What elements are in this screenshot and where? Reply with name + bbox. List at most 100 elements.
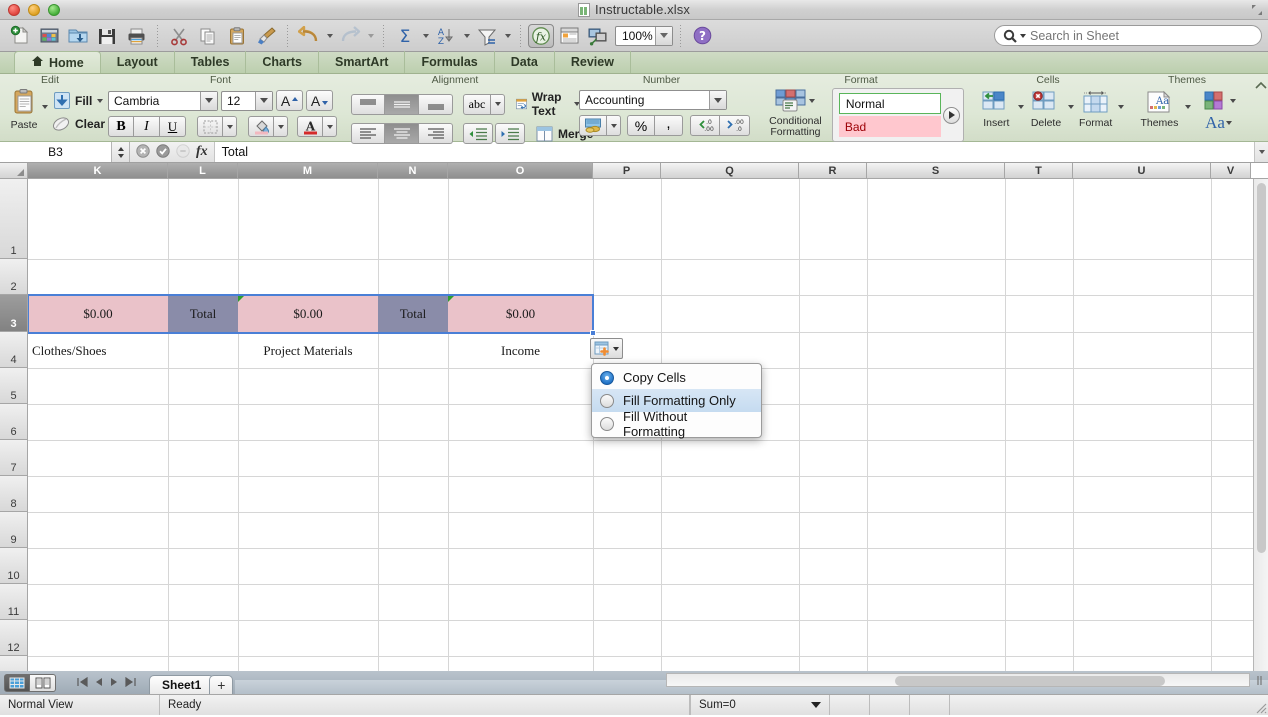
radio-unselected-icon[interactable] xyxy=(600,416,614,431)
sum-dropdown-caret[interactable] xyxy=(811,702,821,708)
sort-dropdown-caret[interactable] xyxy=(461,23,472,49)
align-bottom-button[interactable] xyxy=(419,93,453,115)
tab-data[interactable]: Data xyxy=(495,51,555,73)
name-box[interactable]: B3 xyxy=(0,142,112,162)
column-header-U[interactable]: U xyxy=(1073,163,1211,178)
comma-style-button[interactable]: , xyxy=(655,115,683,136)
print-icon[interactable] xyxy=(122,23,150,49)
zoom-dropdown-arrow[interactable] xyxy=(655,26,672,45)
collapse-ribbon-chevron[interactable] xyxy=(1254,80,1268,95)
decrease-indent-button[interactable] xyxy=(463,123,493,144)
sort-az-icon[interactable]: A Z xyxy=(432,23,460,49)
column-header-K[interactable]: K xyxy=(28,163,168,178)
status-sum[interactable]: Sum=0 xyxy=(690,695,830,715)
font-name-field[interactable]: Cambria xyxy=(108,90,218,111)
format-cells-button[interactable]: Format xyxy=(1075,90,1116,129)
italic-button[interactable]: I xyxy=(134,116,160,137)
bold-button[interactable]: B xyxy=(108,116,134,137)
row-header-2[interactable]: 2 xyxy=(0,259,27,295)
vertical-scrollbar-thumb[interactable] xyxy=(1257,183,1266,553)
zoom-control[interactable]: 100% xyxy=(615,25,673,46)
paintbrush-icon[interactable] xyxy=(252,23,280,49)
filter-dropdown-caret[interactable] xyxy=(502,23,513,49)
scrollbar-resize-grip[interactable] xyxy=(1253,674,1266,687)
themes-dropdown-caret[interactable] xyxy=(1184,100,1192,114)
styles-more-button[interactable] xyxy=(941,106,961,124)
new-doc-icon[interactable] xyxy=(6,23,34,49)
row-header-11[interactable]: 11 xyxy=(0,584,27,620)
number-format-field[interactable]: Accounting xyxy=(579,90,727,110)
toolbox-icon[interactable] xyxy=(555,23,583,49)
align-left-button[interactable] xyxy=(351,123,385,144)
column-header-V[interactable]: V xyxy=(1211,163,1251,178)
decrease-decimal-icon[interactable]: .00 .0 xyxy=(720,115,750,136)
delete-dropdown-caret[interactable] xyxy=(1067,100,1074,114)
tab-smartart[interactable]: SmartArt xyxy=(319,51,406,73)
tab-formulas[interactable]: Formulas xyxy=(405,51,495,73)
sheet-tab-sheet1[interactable]: Sheet1 xyxy=(149,675,215,694)
accounting-format-icon[interactable] xyxy=(579,115,607,136)
select-all-corner[interactable] xyxy=(0,163,28,179)
formula-input[interactable]: Total xyxy=(213,142,1254,162)
delete-cells-button[interactable]: Delete xyxy=(1026,90,1067,129)
column-header-O[interactable]: O xyxy=(448,163,593,178)
orientation-dropdown-caret[interactable] xyxy=(491,93,505,115)
row-header-6[interactable]: 6 xyxy=(0,404,27,440)
row-header-3[interactable]: 3 xyxy=(0,295,27,332)
accept-icon[interactable] xyxy=(156,143,170,161)
conditional-formatting-icon[interactable] xyxy=(774,88,808,115)
column-header-T[interactable]: T xyxy=(1005,163,1073,178)
full-screen-button[interactable] xyxy=(1250,3,1264,17)
column-header-N[interactable]: N xyxy=(378,163,448,178)
name-box-spinner[interactable] xyxy=(112,142,130,162)
tab-home[interactable]: Home xyxy=(14,51,101,73)
align-top-button[interactable] xyxy=(351,93,385,115)
redo-dropdown-caret[interactable] xyxy=(365,23,376,49)
undo-arrow-icon[interactable] xyxy=(295,23,323,49)
underline-button[interactable]: U xyxy=(160,116,186,137)
theme-colors-icon[interactable] xyxy=(1201,90,1229,112)
help-icon[interactable]: ? xyxy=(688,23,716,49)
cell-M4[interactable]: Project Materials xyxy=(238,333,378,368)
page-layout-view-icon[interactable] xyxy=(30,674,56,692)
row-header-9[interactable]: 9 xyxy=(0,512,27,548)
fill-color-dropdown-caret[interactable] xyxy=(274,116,288,137)
previous-sheet-button[interactable] xyxy=(95,676,103,690)
formula-builder-icon[interactable] xyxy=(176,143,190,161)
fill-color-icon[interactable] xyxy=(248,116,274,137)
autosum-dropdown-caret[interactable] xyxy=(420,23,431,49)
increase-font-size-button[interactable]: A xyxy=(276,90,303,111)
media-browser-icon[interactable] xyxy=(584,23,612,49)
sigma-icon[interactable]: Σ xyxy=(391,23,419,49)
tab-tables[interactable]: Tables xyxy=(175,51,247,73)
auto-fill-options-menu[interactable]: Copy Cells Fill Formatting Only Fill Wit… xyxy=(591,363,762,439)
horizontal-scrollbar-thumb[interactable] xyxy=(895,676,1165,686)
insert-dropdown-caret[interactable] xyxy=(1018,100,1025,114)
cell-K3[interactable]: $0.00 xyxy=(28,296,168,332)
radio-unselected-icon[interactable] xyxy=(600,393,614,408)
menu-item-copy-cells[interactable]: Copy Cells xyxy=(592,366,761,389)
next-sheet-button[interactable] xyxy=(110,676,118,690)
fx-icon[interactable]: fx xyxy=(528,23,554,48)
theme-colors-dropdown-caret[interactable] xyxy=(1229,94,1238,108)
column-header-M[interactable]: M xyxy=(238,163,378,178)
conditional-formatting-dropdown-caret[interactable] xyxy=(808,94,817,108)
cell-O4[interactable]: Income xyxy=(448,333,593,368)
horizontal-scrollbar[interactable] xyxy=(666,673,1250,687)
vertical-scrollbar[interactable] xyxy=(1253,179,1268,671)
increase-decimal-icon[interactable]: .0 .00 xyxy=(690,115,720,136)
style-normal[interactable]: Normal xyxy=(838,93,941,114)
row-header-4[interactable]: 4 xyxy=(0,332,27,368)
template-gallery-icon[interactable] xyxy=(35,23,63,49)
row-header-7[interactable]: 7 xyxy=(0,440,27,476)
clipboard-icon[interactable] xyxy=(223,23,251,49)
column-header-S[interactable]: S xyxy=(867,163,1005,178)
cell-O3[interactable]: $0.00 xyxy=(448,296,593,332)
fill-handle[interactable] xyxy=(590,330,596,336)
style-bad[interactable]: Bad xyxy=(838,116,941,137)
orientation-button[interactable]: abc xyxy=(463,93,491,115)
redo-arrow-icon[interactable] xyxy=(336,23,364,49)
themes-button[interactable]: Aa Themes xyxy=(1136,90,1183,129)
paste-button[interactable]: Paste xyxy=(10,88,38,131)
scissors-icon[interactable] xyxy=(165,23,193,49)
